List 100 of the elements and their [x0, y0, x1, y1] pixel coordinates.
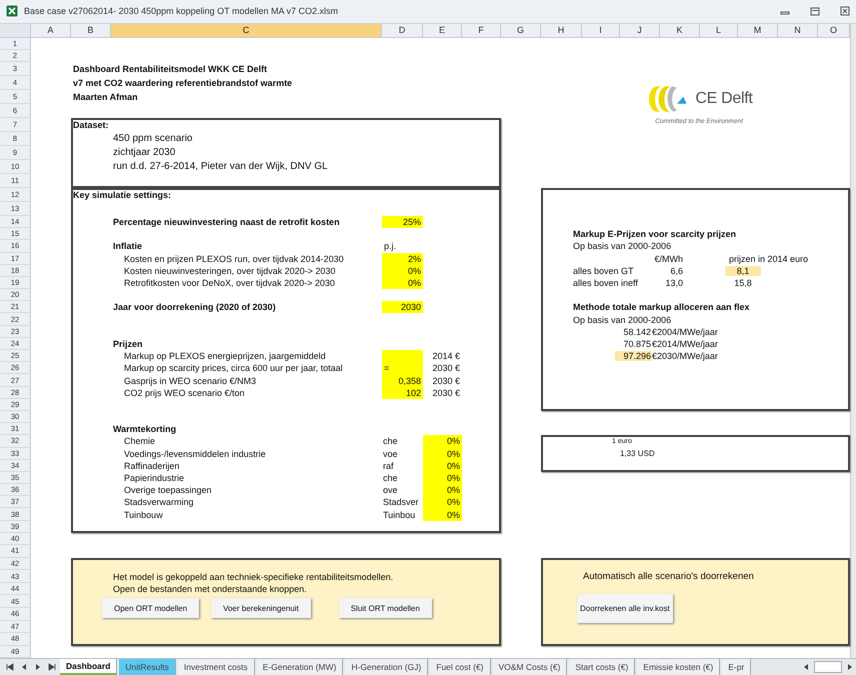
restore-icon[interactable] [810, 6, 820, 16]
input-cell[interactable]: 0% [423, 448, 462, 460]
sheet-tab[interactable]: E-pr [722, 659, 752, 675]
macro-button[interactable]: Doorrekenen alle inv.kost [577, 594, 673, 622]
setting-label: Kosten en prijzen PLEXOS run, over tijdvak 2014-2030 [123, 252, 345, 265]
input-cell[interactable]: 0% [423, 435, 462, 448]
heading-text: Dashboard Rentabiliteitsmodel WKK CE Delft [72, 62, 268, 76]
unit-label: 2030 € [431, 386, 461, 399]
sheet-tab[interactable]: H-Generation (GJ) [345, 659, 428, 675]
column-header[interactable]: H [541, 24, 582, 38]
sector-label: Raffinaderijen [123, 460, 180, 472]
heading-text: v7 met CO2 waardering referentiebrandstof warmte [72, 76, 294, 90]
macro-button[interactable]: Sluit ORT modellen [338, 598, 432, 618]
row-label: alles boven GT [573, 266, 635, 276]
input-cell[interactable]: 0% [423, 484, 462, 496]
dataset-line: run d.d. 27-6-2014, Pieter van der Wijk, DNV GL [112, 160, 329, 174]
setting-label: Markup op scarcity prices, circa 600 uur per jaar, totaal [123, 362, 344, 374]
column-header[interactable]: L [700, 24, 738, 38]
unit-label: prijzen in 2014 euro [729, 254, 808, 264]
sector-label: Stadsverwarming [123, 496, 195, 508]
sector-code: che [382, 435, 399, 448]
input-cell[interactable] [382, 350, 423, 362]
unit-label: p.j. [383, 240, 398, 253]
exchange-value: 1,33 USD [620, 449, 655, 458]
input-cell[interactable]: 2% [382, 252, 423, 265]
column-header[interactable]: N [778, 24, 818, 38]
section-title: Methode totale markup alloceren aan flex [573, 302, 750, 312]
column-header[interactable]: F [462, 24, 501, 38]
sector-code: Tuinbou [382, 508, 416, 521]
value-cell: 8,1 [725, 266, 761, 276]
setting-label: CO2 prijs WEO scenario €/ton [123, 386, 246, 399]
sheet-tab[interactable]: E-Generation (MW) [256, 659, 344, 675]
input-cell[interactable]: 0% [423, 472, 462, 484]
column-header[interactable]: M [738, 24, 778, 38]
sector-code: raf [382, 460, 395, 472]
panel-text: Automatisch alle scenario's doorrekenen [582, 570, 755, 583]
column-header[interactable]: C [111, 24, 382, 38]
column-header[interactable]: A [31, 24, 71, 38]
column-header[interactable]: J [620, 24, 660, 38]
heading-text: Maarten Afman [72, 90, 139, 104]
section-title: Inflatie [112, 240, 144, 253]
sheet-tab[interactable]: Dashboard [60, 659, 118, 675]
sheet-tab[interactable]: Fuel cost (€) [430, 659, 491, 675]
input-cell[interactable]: 0% [423, 460, 462, 472]
vertical-scrollbar[interactable] [850, 24, 856, 658]
column-header[interactable]: B [71, 24, 111, 38]
basis-text: Op basis van 2000-2006 [573, 241, 672, 252]
input-cell[interactable]: 2030 [382, 301, 423, 314]
setting-label: Retrofitkosten voor DeNoX, over tijdvak 2020-> 2030 [123, 277, 336, 290]
section-title: Prijzen [112, 338, 144, 350]
value-cell-text: 58.142 [622, 326, 652, 337]
sheet-tab[interactable]: Start costs (€) [569, 659, 636, 675]
input-cell[interactable]: 0% [423, 508, 462, 521]
sector-label: Tuinbouw [123, 508, 164, 521]
section-title: Warmtekorting [112, 423, 178, 436]
dataset-line: zichtjaar 2030 [112, 146, 176, 160]
column-header[interactable]: I [582, 24, 620, 38]
column-header[interactable]: O [818, 24, 850, 38]
input-cell[interactable]: 0% [423, 496, 462, 508]
value-cell-text: 13,0 [664, 278, 683, 288]
input-cell[interactable]: 102 [382, 386, 423, 399]
next-sheet-icon[interactable] [34, 663, 42, 672]
sheet-tab[interactable]: VO&M Costs (€) [492, 659, 568, 675]
value-cell: 97.296 [615, 351, 652, 362]
previous-sheet-icon[interactable] [20, 663, 28, 672]
value-cell-text: 15,8 [733, 278, 753, 288]
input-cell[interactable]: 25% [382, 216, 423, 228]
horizontal-scrollbar[interactable] [814, 661, 842, 674]
sheet-tab[interactable]: UnitResults [119, 659, 176, 675]
sheet-tab[interactable]: Investment costs [178, 659, 255, 675]
first-sheet-icon[interactable] [6, 663, 14, 672]
last-sheet-icon[interactable] [48, 663, 56, 672]
sector-label: Voedings-/levensmiddelen industrie [123, 448, 267, 460]
input-cell[interactable]: = [382, 362, 423, 374]
sector-code: che [382, 472, 399, 484]
sector-label: Papierindustrie [123, 472, 186, 484]
column-header[interactable]: D [382, 24, 423, 38]
unit-label: €2004/MWe/jaar [652, 326, 718, 337]
unit-label: 2030 € [431, 362, 461, 374]
scroll-right-icon[interactable] [846, 663, 854, 672]
unit-label: 2030 € [431, 374, 461, 387]
panel-text: Het model is gekoppeld aan techniek-specifieke rentabiliteitsmodellen. [112, 570, 394, 583]
window-title: Base case v27062014- 2030 450ppm koppeling OT modellen MA v7 CO2.xlsm [24, 6, 338, 16]
macro-button[interactable]: Open ORT modellen [102, 598, 200, 618]
spreadsheet-icon [6, 5, 18, 18]
column-header[interactable]: G [501, 24, 541, 38]
sector-code: voe [382, 448, 399, 460]
scroll-left-icon[interactable] [802, 663, 810, 672]
setting-label: Percentage nieuwinvestering naast de retrofit kosten [112, 216, 341, 228]
column-header[interactable]: K [660, 24, 700, 38]
setting-label: Markup op PLEXOS energieprijzen, jaargemiddeld [123, 350, 327, 362]
close-icon[interactable] [840, 6, 850, 16]
logo-text: CE Delft [695, 90, 753, 108]
macro-button[interactable]: Voer berekeningenuit [211, 598, 311, 618]
sheet-tab[interactable]: Emissie kosten (€) [637, 659, 720, 675]
setting-label: Gasprijs in WEO scenario €/NM3 [123, 374, 258, 387]
input-cell[interactable]: 0% [382, 276, 423, 290]
input-cell[interactable]: 0% [382, 264, 423, 277]
input-cell[interactable]: 0,358 [382, 374, 423, 387]
column-header[interactable]: E [423, 24, 462, 38]
